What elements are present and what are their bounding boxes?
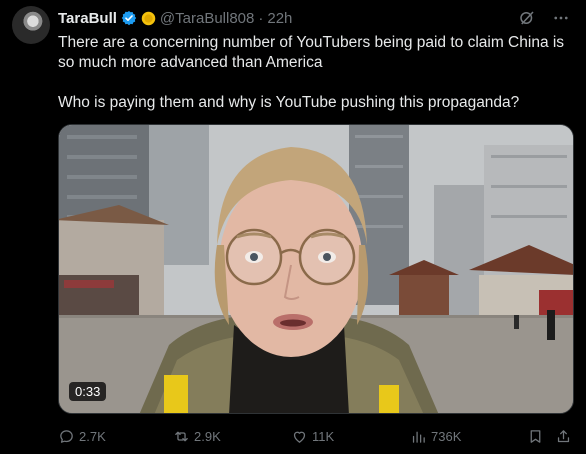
tweet-header: TaraBull @TaraBull808 · 22h [58, 8, 570, 28]
video-duration: 0:33 [69, 382, 107, 401]
video-player[interactable]: 0:33 [58, 124, 574, 414]
repost-count: 2.9K [194, 429, 221, 444]
share-icon [557, 430, 570, 443]
repost-button[interactable]: 2.9K [173, 428, 221, 445]
verified-icon [121, 11, 137, 26]
like-button[interactable]: 11K [291, 428, 334, 445]
share-button[interactable] [555, 428, 572, 445]
like-count: 11K [312, 429, 335, 444]
views-icon [412, 431, 425, 443]
views-count: 736K [431, 429, 462, 444]
tweet-text: There are a concerning number of YouTube… [58, 33, 574, 113]
like-icon [293, 431, 306, 443]
separator-dot: · [258, 9, 264, 27]
video-thumbnail [59, 125, 573, 413]
reply-icon [60, 430, 73, 443]
repost-icon [175, 431, 188, 442]
author-name[interactable]: TaraBull [58, 10, 117, 27]
more-icon[interactable] [552, 9, 570, 27]
tweet-paragraph: Who is paying them and why is YouTube pu… [58, 94, 520, 111]
author-handle[interactable]: @TaraBull808 [160, 10, 254, 27]
bookmark-icon [530, 430, 541, 443]
timestamp[interactable]: 22h [267, 10, 292, 27]
views-button[interactable]: 736K [410, 428, 461, 445]
reply-button[interactable]: 2.7K [58, 428, 106, 445]
grok-icon[interactable] [518, 9, 536, 27]
action-bar: 2.7K 2.9K 11K 736K [58, 428, 574, 448]
bookmark-button[interactable] [527, 428, 544, 445]
gold-badge-icon [141, 11, 156, 25]
tweet-paragraph: There are a concerning number of YouTube… [58, 34, 565, 71]
avatar[interactable] [12, 6, 50, 44]
reply-count: 2.7K [79, 429, 106, 444]
